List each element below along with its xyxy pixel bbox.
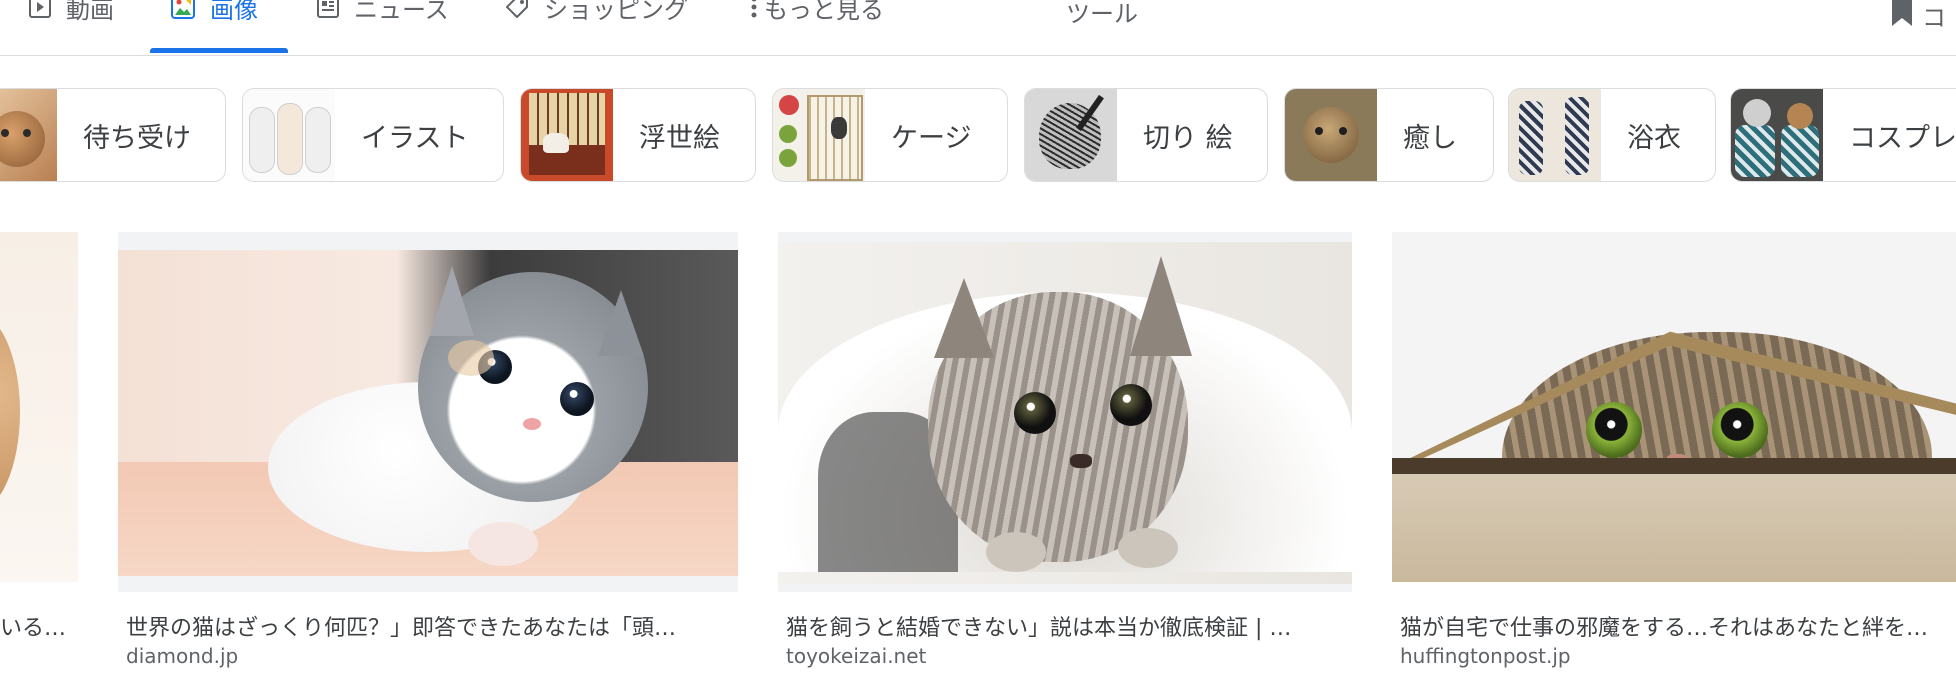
news-icon	[316, 0, 340, 19]
chip-label: 待ち受け	[83, 122, 191, 154]
tab-more[interactable]: もっと見る	[750, 0, 884, 24]
tag-icon	[504, 0, 530, 20]
chip-kirie[interactable]: 切り 絵	[1024, 88, 1268, 182]
tools-button[interactable]: ツール	[1066, 0, 1138, 29]
tab-shopping[interactable]: ショッピング	[504, 0, 688, 24]
chip-label: コスプレ	[1849, 122, 1956, 154]
tab-label: もっと見る	[764, 0, 884, 24]
chip-thumbnail	[1509, 89, 1601, 181]
bookmark-icon	[1890, 0, 1914, 34]
chip-label: ケージ	[891, 122, 972, 154]
result-source: huffingtonpost.jp	[1400, 644, 1571, 668]
chip-cosplay[interactable]: コスプレ	[1730, 88, 1956, 182]
tab-videos[interactable]: 動画	[28, 0, 114, 24]
result-caption: 猫を飼うと結婚できない」説は本当か徹底検証 | …	[786, 616, 1292, 641]
result-image	[0, 232, 78, 582]
result-source: toyokeizai.net	[786, 644, 927, 668]
chip-thumbnail	[1285, 89, 1377, 181]
active-tab-indicator	[150, 48, 288, 53]
chip-label: 癒し	[1403, 122, 1457, 154]
tab-label: 動画	[66, 0, 114, 24]
result-caption: 猫が自宅で仕事の邪魔をする…それはあなたと絆を…	[1400, 616, 1929, 641]
chip-label: 浮世絵	[639, 122, 720, 154]
chip-label: 切り 絵	[1143, 122, 1233, 154]
chip-thumbnail	[243, 89, 335, 181]
chip-ukiyoe[interactable]: 浮世絵	[520, 88, 756, 182]
chip-healing[interactable]: 癒し	[1284, 88, 1494, 182]
chip-illustration[interactable]: イラスト	[242, 88, 504, 182]
chip-thumbnail	[773, 89, 865, 181]
video-icon	[28, 0, 52, 19]
result-image	[118, 232, 738, 592]
chip-thumbnail	[1731, 89, 1823, 181]
result-caption: いる…	[0, 616, 67, 641]
tab-news[interactable]: ニュース	[316, 0, 449, 24]
chip-thumbnail	[521, 89, 613, 181]
result-caption: 世界の猫はざっくり何匹？」即答できたあなたは「頭…	[126, 616, 677, 641]
result-source: diamond.jp	[126, 644, 239, 668]
more-vert-icon	[750, 0, 758, 19]
chip-wallpaper[interactable]: 待ち受け	[0, 88, 226, 182]
chip-label: イラスト	[361, 122, 469, 154]
tab-label: ニュース	[354, 0, 449, 24]
chip-yukata[interactable]: 浴衣	[1508, 88, 1716, 182]
image-icon	[170, 0, 196, 20]
chip-label: 浴衣	[1627, 122, 1681, 154]
result-image	[1392, 232, 1956, 582]
tab-label: 画像	[210, 0, 258, 24]
chip-thumbnail	[0, 89, 57, 181]
result-image	[778, 232, 1352, 592]
chip-thumbnail	[1025, 89, 1117, 181]
saved-label: コ	[1922, 3, 1946, 32]
tab-label: ショッピング	[544, 0, 688, 24]
chip-cage[interactable]: ケージ	[772, 88, 1008, 182]
tab-images[interactable]: 画像	[170, 0, 258, 24]
search-tabs-bar: 動画 画像 ニュース ショッピング もっと見る ツール コ	[0, 0, 1956, 56]
saved-button[interactable]: コ	[1890, 0, 1946, 34]
